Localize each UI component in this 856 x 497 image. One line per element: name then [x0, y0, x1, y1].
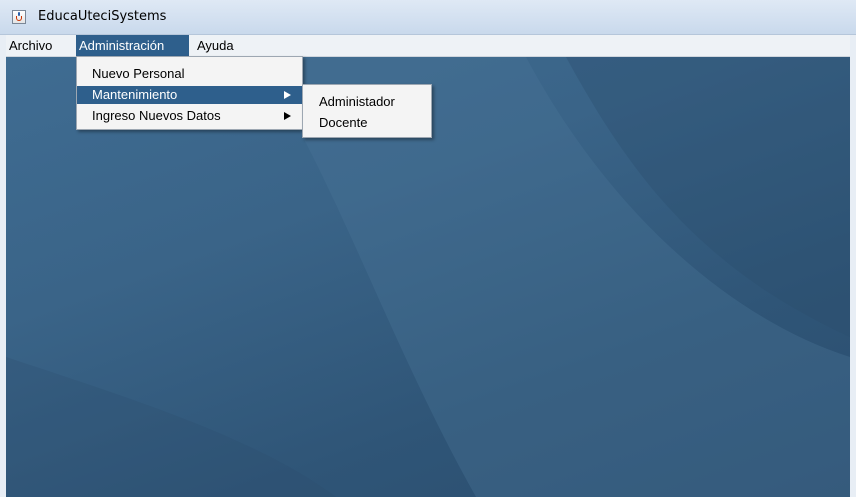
submenu-arrow-icon	[284, 112, 291, 120]
menu-item-mantenimiento[interactable]: Mantenimiento	[77, 86, 302, 104]
java-cup-icon	[12, 10, 26, 24]
menu-item-label: Nuevo Personal	[92, 66, 185, 81]
menu-administracion[interactable]: Administración	[76, 35, 189, 56]
mantenimiento-submenu: Administador Docente	[302, 84, 432, 138]
application-window: EducaUteciSystems Archivo Administración…	[0, 0, 856, 497]
menu-item-label: Ingreso Nuevos Datos	[92, 108, 221, 123]
menu-item-administador[interactable]: Administador	[303, 93, 431, 111]
menu-item-label: Docente	[319, 115, 368, 130]
menu-item-label: Mantenimiento	[92, 87, 178, 102]
title-bar[interactable]: EducaUteciSystems	[0, 0, 856, 35]
menu-bar: Archivo Administración Ayuda	[6, 35, 850, 57]
menu-item-docente[interactable]: Docente	[303, 114, 431, 132]
window-title: EducaUteciSystems	[38, 9, 167, 24]
menu-item-nuevo-personal[interactable]: Nuevo Personal	[77, 65, 302, 83]
menu-archivo[interactable]: Archivo	[6, 35, 55, 56]
menu-ayuda[interactable]: Ayuda	[194, 35, 237, 56]
submenu-arrow-icon	[284, 91, 291, 99]
menu-item-ingreso-nuevos-datos[interactable]: Ingreso Nuevos Datos	[77, 107, 302, 125]
menu-item-label: Administador	[319, 94, 395, 109]
administracion-dropdown: Nuevo Personal Mantenimiento Ingreso Nue…	[76, 56, 303, 130]
